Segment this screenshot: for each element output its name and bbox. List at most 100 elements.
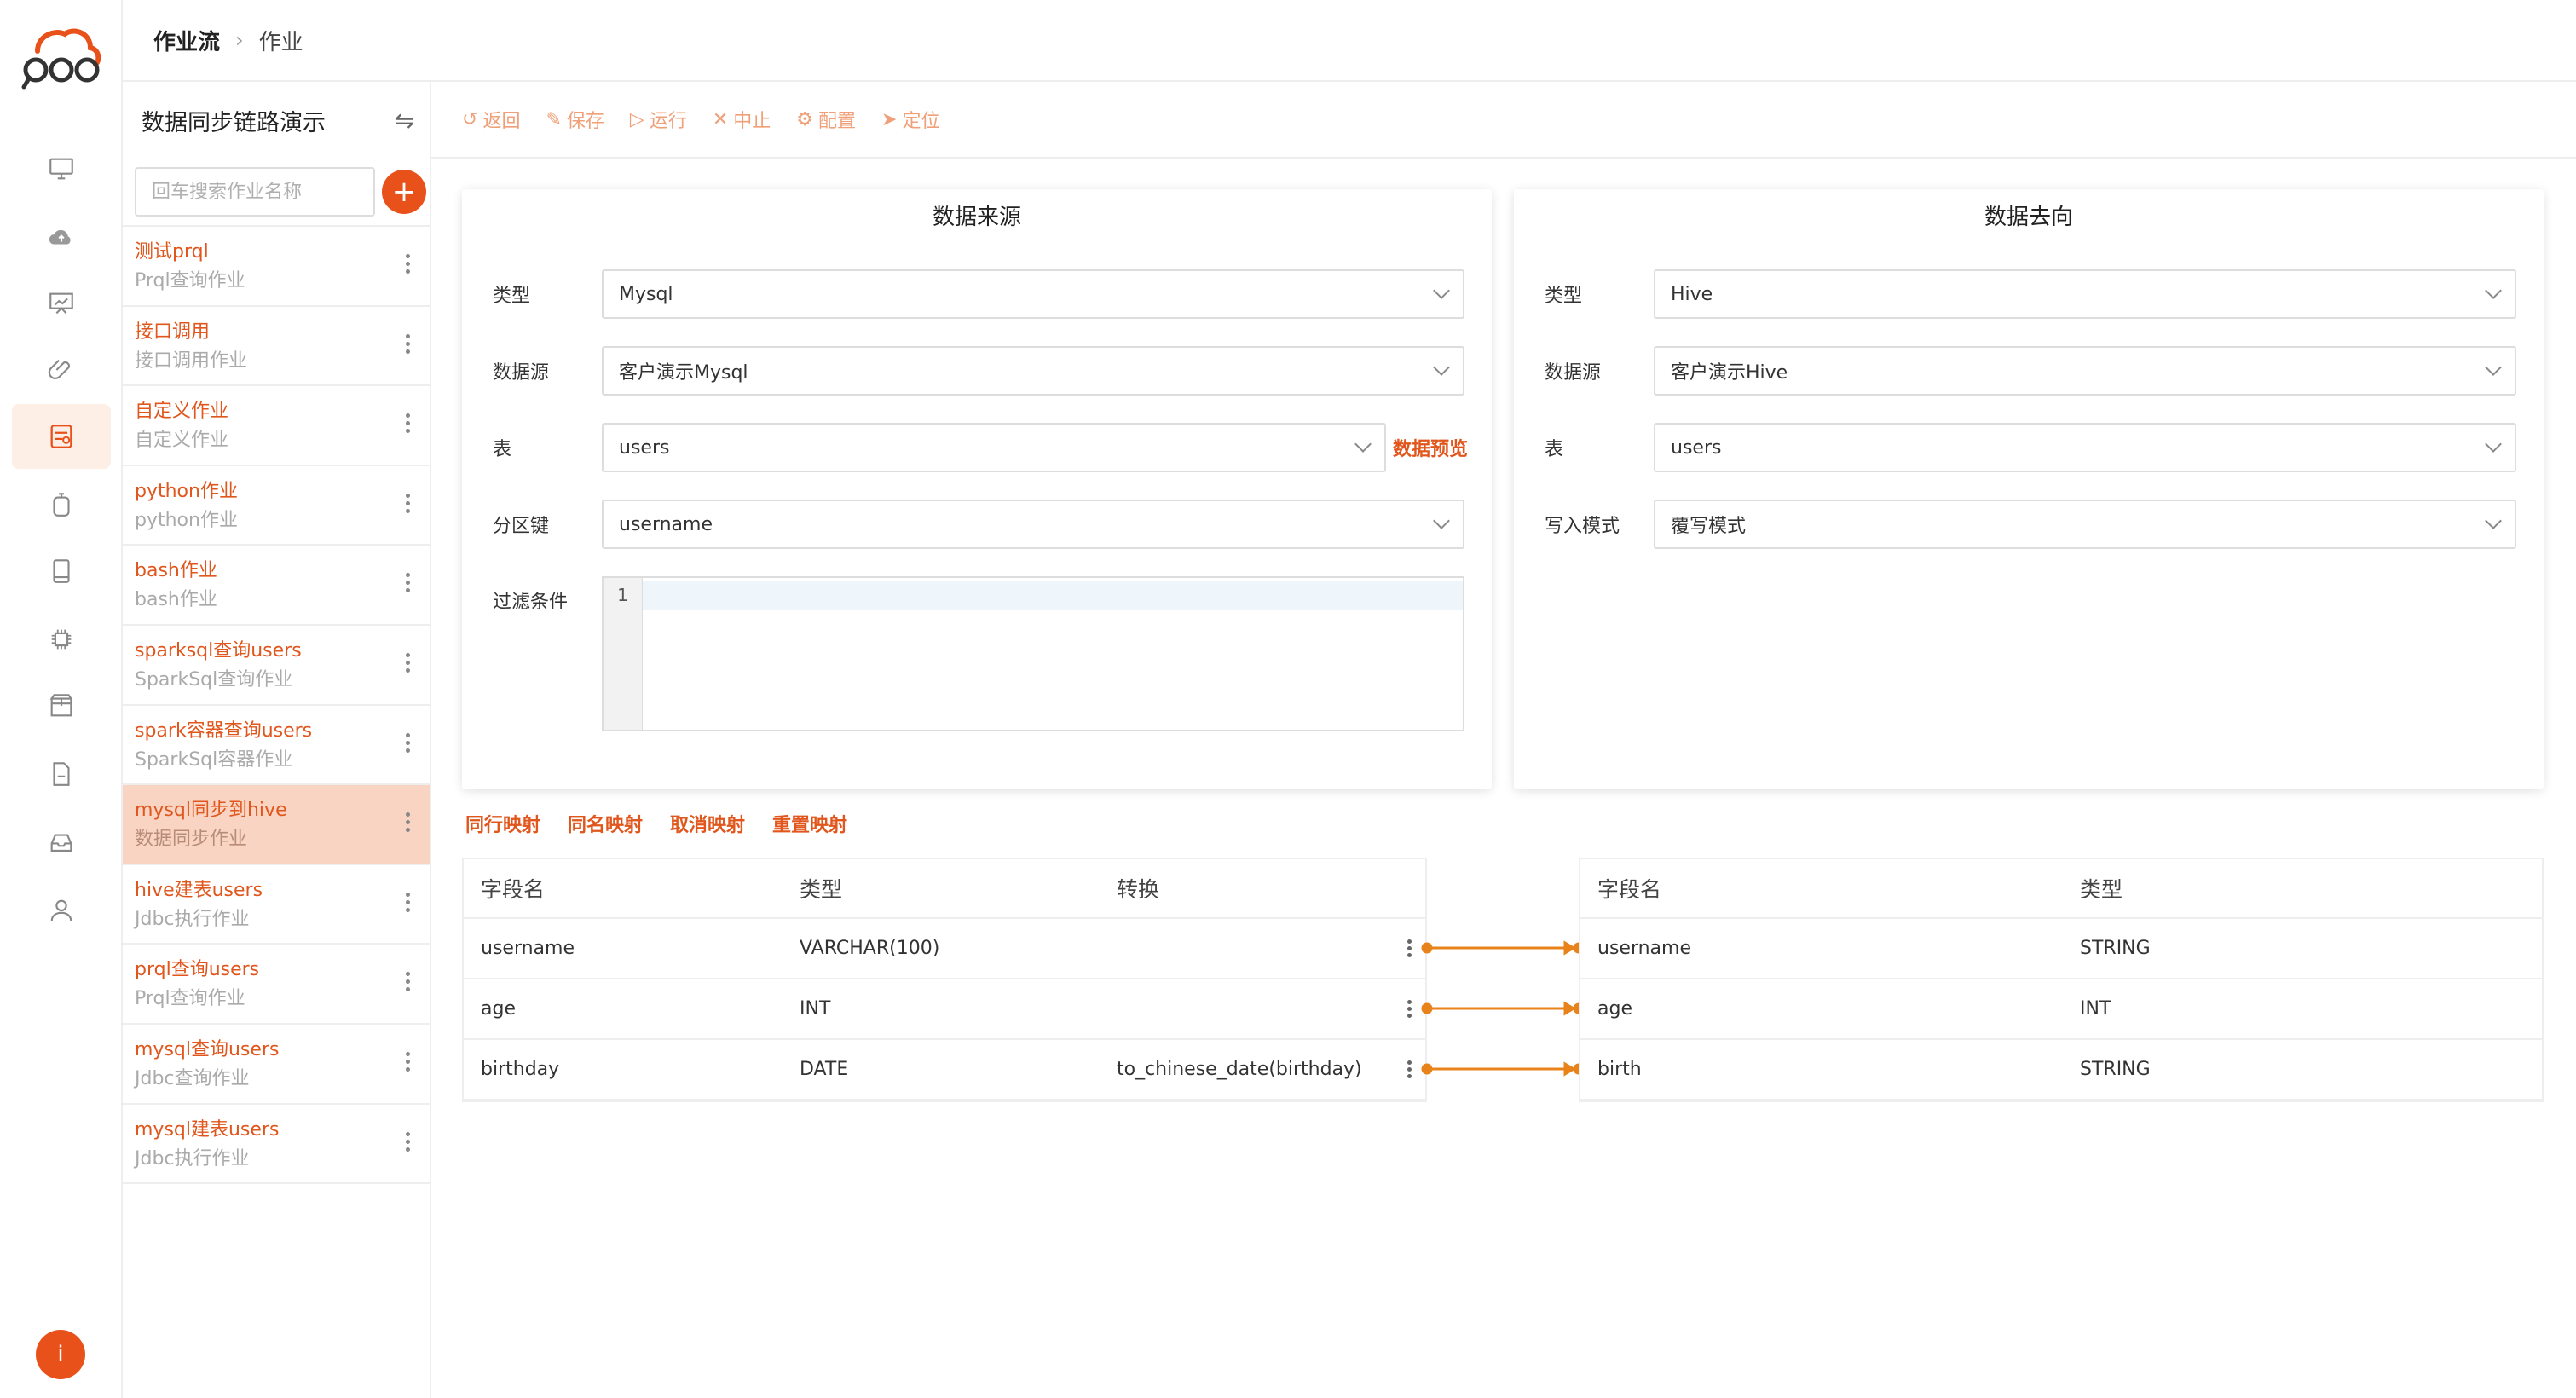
paperclip-icon: [48, 359, 70, 379]
more-icon[interactable]: [406, 1051, 411, 1072]
line-number: 1: [604, 578, 643, 730]
job-type: Jdbc执行作业: [135, 1147, 250, 1170]
nav-chip[interactable]: [12, 607, 111, 672]
job-item[interactable]: prql查询users Prql查询作业: [123, 945, 430, 1025]
target-ds-select[interactable]: 客户演示Hive: [1654, 346, 2516, 396]
source-ds-value: 客户演示Mysql: [619, 362, 748, 384]
nav-tablet[interactable]: [12, 539, 111, 604]
more-icon[interactable]: [406, 493, 411, 513]
job-name: python作业: [135, 480, 238, 502]
run-button[interactable]: ▷ 运行: [630, 106, 687, 133]
swap-icon[interactable]: ⇋: [395, 107, 414, 135]
more-icon[interactable]: [406, 254, 411, 274]
nav-inbox[interactable]: [12, 810, 111, 875]
nav-user[interactable]: [12, 878, 111, 943]
arrow-icon: [1563, 1061, 1576, 1077]
source-table-row: 表 users 数据预览: [493, 423, 1468, 472]
nav-package[interactable]: [12, 673, 111, 738]
chevron-down-icon: [1433, 282, 1450, 299]
source-partition-select[interactable]: username: [602, 500, 1464, 549]
source-ds-select[interactable]: 客户演示Mysql: [602, 346, 1464, 396]
job-item[interactable]: hive建表users Jdbc执行作业: [123, 865, 430, 945]
locate-button[interactable]: ➤ 定位: [881, 106, 939, 133]
data-preview-link[interactable]: 数据预览: [1393, 434, 1468, 461]
job-item[interactable]: 接口调用 接口调用作业: [123, 307, 430, 387]
job-item[interactable]: python作业 python作业: [123, 466, 430, 546]
more-icon[interactable]: [406, 732, 411, 753]
target-field-row[interactable]: username STRING: [1580, 919, 2542, 979]
more-icon[interactable]: [406, 892, 411, 912]
more-icon[interactable]: [406, 812, 411, 833]
source-field-row[interactable]: birthday DATE to_chinese_date(birthday): [464, 1040, 1425, 1100]
source-type-select[interactable]: Mysql: [602, 269, 1464, 319]
job-item[interactable]: 自定义作业 自定义作业: [123, 386, 430, 466]
more-icon[interactable]: [406, 652, 411, 673]
add-job-button[interactable]: +: [382, 170, 426, 214]
target-field-row[interactable]: age INT: [1580, 979, 2542, 1040]
breadcrumb-root[interactable]: 作业流: [153, 25, 220, 56]
timer-icon: [53, 493, 70, 517]
job-name: 测试prql: [135, 241, 209, 263]
nav-cloud[interactable]: [12, 205, 111, 269]
row-mapping-button[interactable]: 同行映射: [465, 810, 540, 837]
source-table-select[interactable]: users: [602, 423, 1386, 472]
name-mapping-button[interactable]: 同名映射: [568, 810, 643, 837]
stop-button[interactable]: ✕ 中止: [713, 106, 771, 133]
mapping-actions: 同行映射 同名映射 取消映射 重置映射: [465, 810, 847, 837]
job-item[interactable]: mysql同步到hive 数据同步作业: [123, 785, 430, 865]
filter-editor[interactable]: 1: [602, 576, 1464, 731]
field-type: STRING: [2080, 938, 2151, 959]
job-item[interactable]: bash作业 bash作业: [123, 546, 430, 626]
header-transform: 转换: [1117, 877, 1160, 902]
job-search-input[interactable]: [135, 167, 375, 217]
job-item[interactable]: sparksql查询users SparkSql查询作业: [123, 626, 430, 706]
job-item[interactable]: mysql查询users Jdbc查询作业: [123, 1025, 430, 1105]
cloud-upload-icon: [49, 229, 71, 245]
job-name: spark容器查询users: [135, 719, 313, 742]
source-field-row[interactable]: age INT: [464, 979, 1425, 1040]
more-icon[interactable]: [406, 1131, 411, 1152]
connector-start-dot[interactable]: [1421, 1063, 1433, 1075]
chevron-down-icon: [2485, 359, 2502, 376]
arrow-icon: [1563, 1001, 1576, 1016]
target-field-row[interactable]: birth STRING: [1580, 1040, 2542, 1100]
logo-icon[interactable]: [20, 26, 102, 90]
nav-timer[interactable]: [12, 472, 111, 537]
more-icon[interactable]: [406, 573, 411, 593]
more-icon[interactable]: [1407, 1060, 1412, 1078]
presentation-icon: [49, 292, 73, 315]
job-name: mysql建表users: [135, 1118, 280, 1141]
target-type-select[interactable]: Hive: [1654, 269, 2516, 319]
job-type: Jdbc执行作业: [135, 908, 250, 930]
nav-monitor[interactable]: [12, 136, 111, 201]
nav-attachment[interactable]: [12, 338, 111, 402]
more-icon[interactable]: [1407, 1000, 1412, 1018]
job-name: 接口调用: [135, 321, 211, 343]
reset-mapping-button[interactable]: 重置映射: [772, 810, 847, 837]
more-icon[interactable]: [406, 333, 411, 354]
field-transform[interactable]: to_chinese_date(birthday): [1100, 1059, 1362, 1080]
nav-dashboard[interactable]: [12, 271, 111, 336]
connector-start-dot[interactable]: [1421, 942, 1433, 954]
nav-file[interactable]: [12, 742, 111, 806]
connector-start-dot[interactable]: [1421, 1002, 1433, 1014]
nav-workflow[interactable]: [12, 404, 111, 469]
info-button[interactable]: i: [36, 1330, 85, 1379]
save-button[interactable]: ✎ 保存: [546, 106, 604, 133]
config-button[interactable]: ⚙ 配置: [796, 106, 856, 133]
source-field-row[interactable]: username VARCHAR(100): [464, 919, 1425, 979]
header-field: 字段名: [481, 877, 546, 902]
more-icon[interactable]: [1407, 939, 1412, 957]
job-item[interactable]: 测试prql Prql查询作业: [123, 227, 430, 307]
chevron-down-icon: [2485, 282, 2502, 299]
target-mode-select[interactable]: 覆写模式: [1654, 500, 2516, 549]
source-table-value: users: [619, 436, 670, 459]
job-item[interactable]: spark容器查询users SparkSql容器作业: [123, 706, 430, 786]
job-name: bash作业: [135, 560, 217, 582]
job-item[interactable]: mysql建表users Jdbc执行作业: [123, 1105, 430, 1185]
more-icon[interactable]: [406, 972, 411, 992]
more-icon[interactable]: [406, 413, 411, 434]
cancel-mapping-button[interactable]: 取消映射: [670, 810, 745, 837]
back-button[interactable]: ↺ 返回: [462, 106, 520, 133]
target-table-select[interactable]: users: [1654, 423, 2516, 472]
